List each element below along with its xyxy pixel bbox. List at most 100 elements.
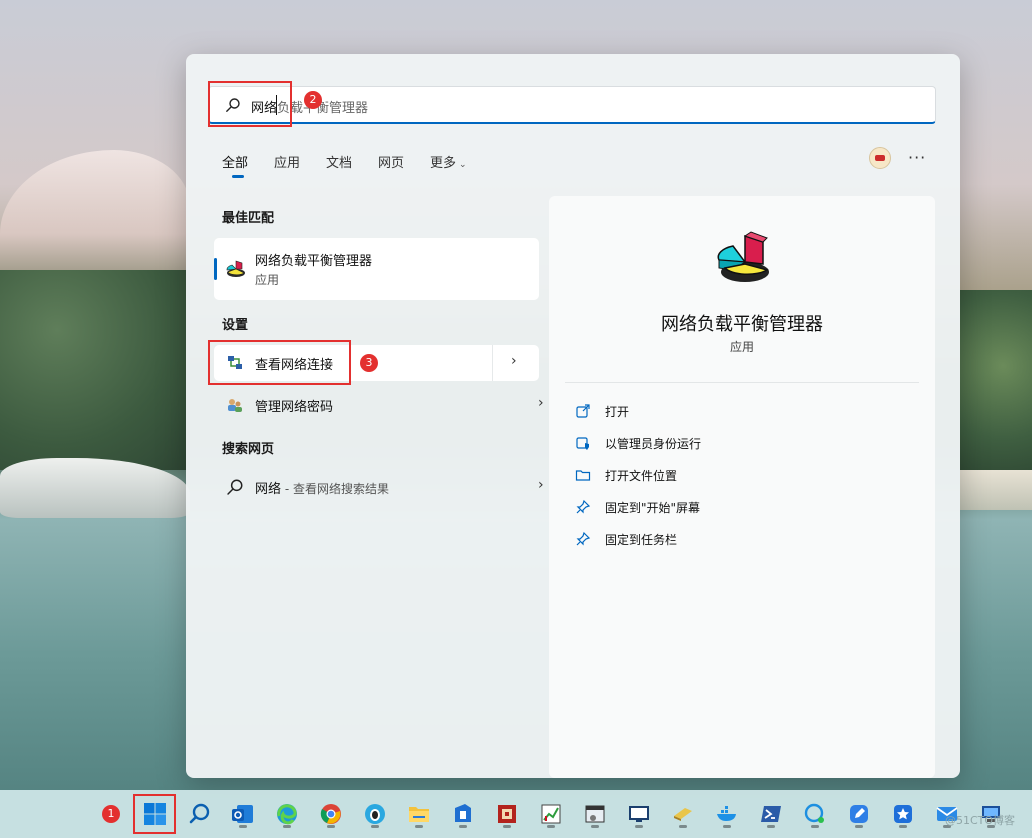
taskbar-edge[interactable] (271, 798, 303, 830)
annotation-box-network-connections (208, 340, 351, 385)
best-match-subtitle: 应用 (255, 273, 280, 287)
open-external-icon (576, 404, 590, 418)
running-indicator (767, 825, 775, 828)
taskbar-qq[interactable] (359, 798, 391, 830)
running-indicator (723, 825, 731, 828)
taskbar-app-blue[interactable] (447, 798, 479, 830)
action-pin-to-taskbar[interactable]: 固定到任务栏 (575, 530, 905, 550)
chrome-icon (320, 804, 341, 824)
avatar[interactable] (869, 147, 891, 169)
edge-icon (277, 804, 297, 825)
watermark: @51CTO博客 (945, 814, 1016, 827)
taskbar-app-edit[interactable] (843, 798, 875, 830)
taskbar-docker[interactable] (711, 798, 743, 830)
app-red-icon (498, 805, 516, 823)
chart-icon (541, 804, 561, 824)
chevron-right-icon[interactable]: › (538, 477, 544, 493)
action-open[interactable]: 打开 (575, 402, 905, 422)
chat-bubble-icon (365, 804, 385, 824)
wallpaper-trees-right (960, 290, 1032, 480)
web-search-label: 网络 - 查看网络搜索结果 (255, 478, 389, 497)
folder-icon (575, 470, 591, 481)
result-detail-pane: 网络负载平衡管理器 应用 打开 以管理员身份运行 打开文件位置 固定到"开始"屏… (549, 196, 935, 778)
active-tab-indicator (232, 175, 244, 178)
tab-documents[interactable]: 文档 (326, 152, 352, 171)
best-match-result[interactable]: 网络负载平衡管理器 应用 (214, 238, 539, 300)
taskbar-outlook[interactable] (227, 798, 259, 830)
taskbar-app-yellow[interactable] (667, 798, 699, 830)
settings-heading: 设置 (222, 318, 249, 333)
annotation-box-start (133, 794, 176, 834)
credential-manager-icon (228, 399, 242, 412)
running-indicator (679, 825, 687, 828)
chevron-right-icon[interactable]: › (538, 395, 544, 411)
action-label: 以管理员身份运行 (605, 437, 702, 451)
action-label: 打开 (605, 405, 630, 419)
running-indicator (327, 825, 335, 828)
search-icon (189, 803, 210, 824)
annotation-box-search (208, 81, 292, 127)
running-indicator (283, 825, 291, 828)
running-indicator (503, 825, 511, 828)
action-open-file-location[interactable]: 打开文件位置 (575, 466, 905, 486)
annotation-badge-2: 2 (304, 91, 322, 109)
web-search-suffix: - 查看网络搜索结果 (281, 482, 389, 496)
running-indicator (899, 825, 907, 828)
running-indicator (239, 825, 247, 828)
admin-shield-icon (576, 437, 589, 450)
web-search-result[interactable]: 网络 - 查看网络搜索结果 › (214, 469, 544, 505)
taskbar-file-explorer[interactable] (403, 798, 435, 830)
tab-more-label: 更多 (430, 156, 457, 171)
taskbar-app-chart[interactable] (535, 798, 567, 830)
action-run-as-admin[interactable]: 以管理员身份运行 (575, 434, 905, 454)
settings-item-manage-network-passwords[interactable]: 管理网络密码 › (214, 387, 544, 423)
best-match-title: 网络负载平衡管理器 (255, 254, 373, 269)
web-search-query: 网络 (255, 482, 282, 497)
taskbar-remote-desktop[interactable] (623, 798, 655, 830)
docker-icon (717, 806, 736, 821)
wallpaper-hill (0, 150, 190, 290)
more-options-button[interactable]: ··· (908, 148, 926, 167)
taskbar-app-star[interactable] (887, 798, 919, 830)
star-icon (894, 805, 912, 823)
tab-apps[interactable]: 应用 (274, 152, 300, 171)
running-indicator (459, 825, 467, 828)
pie-chart-app-icon-large (717, 231, 769, 282)
outlook-icon (232, 805, 253, 823)
best-match-heading: 最佳匹配 (222, 211, 275, 226)
wallpaper-sand (960, 470, 1032, 510)
running-indicator (811, 825, 819, 828)
action-label: 打开文件位置 (605, 469, 678, 483)
annotation-badge-1: 1 (102, 805, 120, 823)
action-pin-to-start[interactable]: 固定到"开始"屏幕 (575, 498, 905, 518)
taskbar-app-chat[interactable] (799, 798, 831, 830)
settings-item-label: 管理网络密码 (255, 400, 334, 415)
monitor-icon (629, 806, 649, 822)
action-label: 固定到"开始"屏幕 (605, 501, 701, 515)
chevron-down-icon: ⌄ (459, 160, 467, 170)
taskbar-powershell[interactable] (755, 798, 787, 830)
taskbar-chrome[interactable] (315, 798, 347, 830)
taskbar-app-window[interactable] (579, 798, 611, 830)
tab-all[interactable]: 全部 (222, 152, 248, 171)
start-search-panel: 网络 负载平衡管理器 全部 应用 文档 网页 更多 ⌄ ··· 最佳匹配 网络负载… (186, 54, 960, 778)
tab-more[interactable]: 更多 ⌄ (430, 152, 467, 171)
app-blue-icon (455, 804, 471, 822)
wallpaper-trees-left (0, 270, 190, 470)
search-icon (227, 479, 243, 495)
divider (565, 382, 919, 383)
running-indicator (547, 825, 555, 828)
taskbar-app-red[interactable] (491, 798, 523, 830)
folder-icon (409, 807, 429, 822)
pin-icon (576, 531, 591, 546)
expand-button[interactable]: › (492, 345, 539, 381)
pin-icon (576, 499, 591, 514)
app-yellow-icon (674, 808, 692, 821)
edit-icon (850, 805, 868, 823)
taskbar-search-button[interactable] (184, 798, 216, 830)
terminal-icon (761, 806, 781, 822)
detail-title: 网络负载平衡管理器 (661, 314, 823, 335)
selection-indicator (214, 258, 217, 280)
running-indicator (415, 825, 423, 828)
tab-web[interactable]: 网页 (378, 152, 404, 171)
